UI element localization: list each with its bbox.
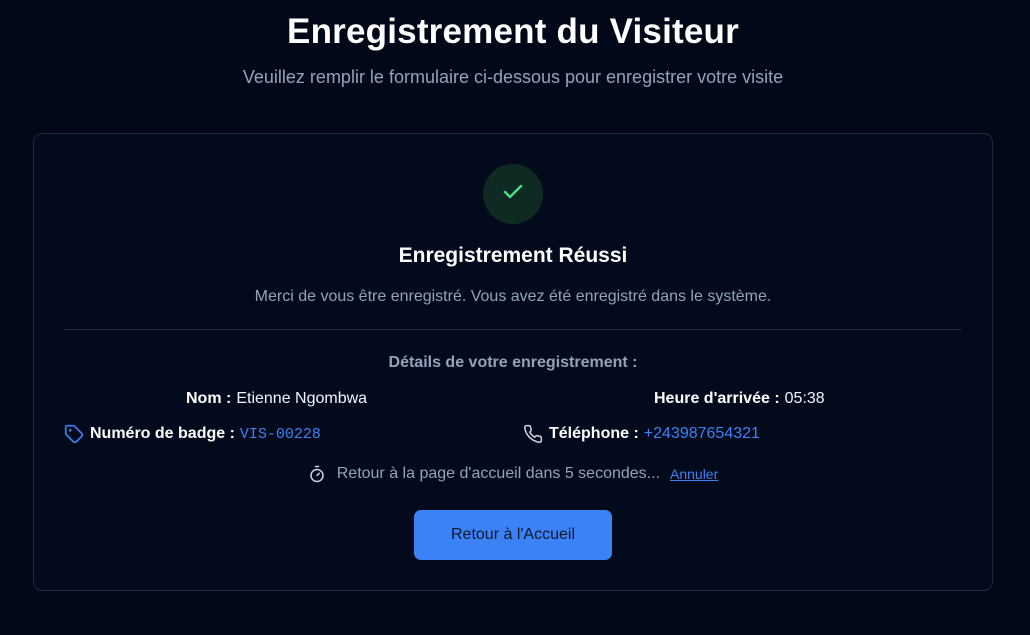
page-subtitle: Veuillez remplir le formulaire ci-dessou… bbox=[242, 67, 784, 87]
redirect-notice: Retour à la page d'accueil dans 5 second… bbox=[34, 465, 992, 483]
home-button[interactable]: Retour à l'Accueil bbox=[414, 510, 612, 560]
confirmation-card: Enregistrement Réussi Merci de vous être… bbox=[33, 133, 993, 591]
detail-arrival-time: Heure d'arrivée : 05:38 bbox=[654, 390, 825, 408]
phone-icon bbox=[523, 424, 543, 444]
arrival-label: Heure d'arrivée : bbox=[654, 390, 780, 407]
success-badge bbox=[483, 164, 543, 224]
divider bbox=[64, 329, 962, 330]
phone-label: Téléphone : bbox=[549, 425, 639, 442]
success-title: Enregistrement Réussi bbox=[398, 244, 628, 267]
check-icon bbox=[501, 180, 525, 209]
tag-icon bbox=[64, 424, 84, 444]
phone-value: +243987654321 bbox=[643, 425, 760, 442]
page-title: Enregistrement du Visiteur bbox=[287, 12, 739, 51]
redirect-text: Retour à la page d'accueil dans 5 second… bbox=[336, 465, 660, 482]
detail-badge: Numéro de badge : VIS-00228 bbox=[64, 424, 321, 444]
timer-icon bbox=[308, 465, 326, 483]
success-message: Merci de vous être enregistré. Vous avez… bbox=[254, 288, 772, 305]
name-label: Nom : bbox=[186, 390, 232, 407]
cancel-redirect-link[interactable]: Annuler bbox=[670, 466, 718, 482]
badge-label: Numéro de badge : bbox=[90, 425, 235, 442]
badge-value: VIS-00228 bbox=[239, 425, 321, 443]
details-heading: Détails de votre enregistrement : bbox=[388, 354, 638, 371]
detail-phone: Téléphone : +243987654321 bbox=[523, 424, 760, 444]
arrival-value: 05:38 bbox=[784, 390, 825, 407]
name-value: Etienne Ngombwa bbox=[236, 390, 368, 407]
page: Enregistrement du Visiteur Veuillez remp… bbox=[0, 0, 1030, 635]
detail-name: Nom : Etienne Ngombwa bbox=[186, 390, 367, 408]
